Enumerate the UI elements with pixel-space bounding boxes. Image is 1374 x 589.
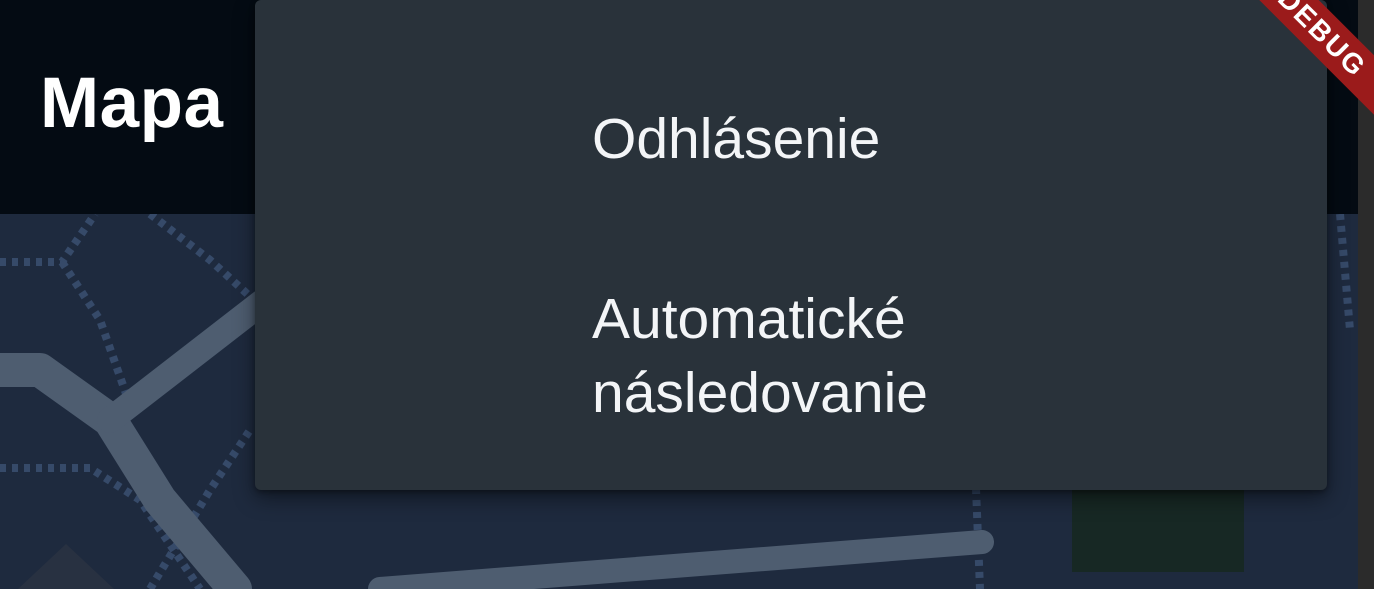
auto-follow-label: Automatické následovanie bbox=[592, 287, 928, 425]
park-area bbox=[1072, 490, 1244, 572]
location-marker-icon bbox=[18, 544, 114, 589]
logout-menu-item[interactable]: Odhlásenie bbox=[255, 40, 1327, 230]
options-menu: Odhlásenie Automatické následovanie bbox=[255, 0, 1327, 490]
page-title: Mapa bbox=[40, 64, 224, 143]
auto-follow-menu-item[interactable]: Automatické následovanie bbox=[255, 230, 1327, 460]
logout-label: Odhlásenie bbox=[592, 107, 881, 171]
mobile-map-screen: Mapa Odhlásenie Automatické následovanie… bbox=[0, 0, 1374, 589]
